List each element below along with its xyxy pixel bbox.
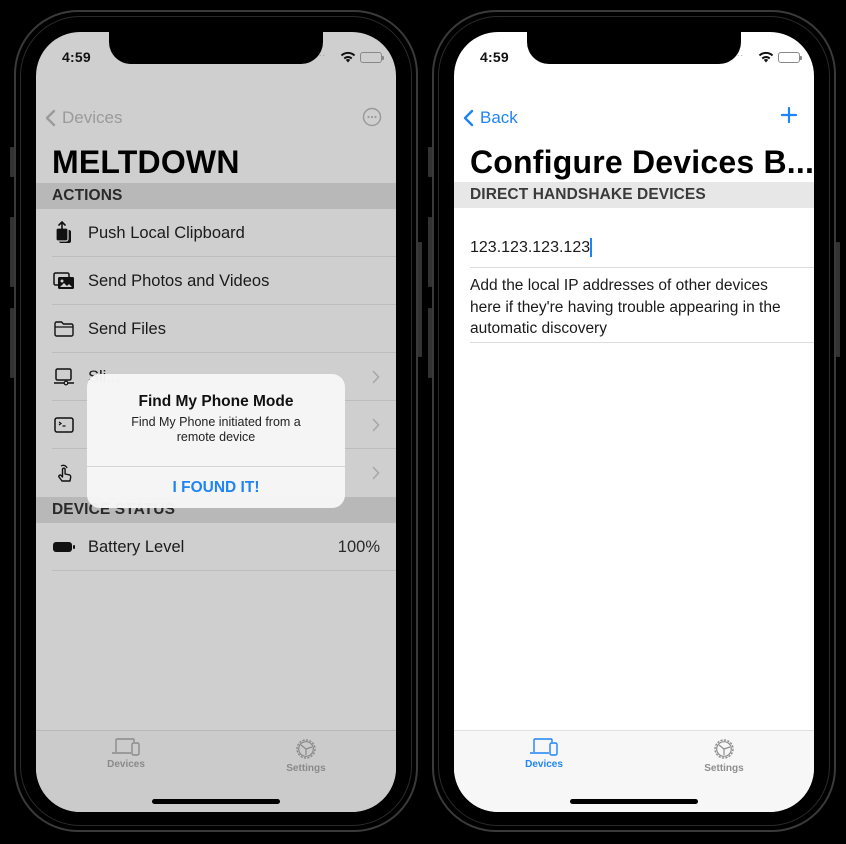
i-found-it-button[interactable]: I FOUND IT! (87, 467, 345, 508)
action-send-files[interactable]: Send Files (36, 305, 396, 353)
tab-devices[interactable]: Devices (66, 737, 186, 770)
more-button[interactable] (362, 107, 382, 132)
section-header-actions: ACTIONS (36, 183, 396, 209)
tab-bar: Devices Settings (36, 730, 396, 812)
page-title: Configure Devices B... (470, 144, 814, 180)
chevron-right-icon (372, 466, 380, 480)
navigation-bar: Back (454, 106, 814, 138)
chevron-left-icon (45, 109, 56, 127)
find-my-phone-alert: Find My Phone Mode Find My Phone initiat… (87, 374, 345, 508)
home-indicator[interactable] (152, 799, 280, 804)
tab-label: Devices (107, 759, 145, 770)
tab-settings[interactable]: Settings (664, 737, 784, 774)
devices-icon (530, 738, 558, 756)
wifi-icon (340, 50, 356, 68)
battery-full-icon (360, 52, 384, 63)
tab-label: Settings (704, 763, 744, 774)
home-indicator[interactable] (570, 799, 698, 804)
devices-icon (112, 738, 140, 756)
tab-devices[interactable]: Devices (484, 737, 604, 770)
chevron-right-icon (372, 370, 380, 384)
row-label: Push Local Clipboard (88, 223, 245, 242)
mute-switch (10, 147, 14, 177)
add-button[interactable] (780, 106, 798, 129)
row-separator (52, 570, 396, 571)
power-button (836, 242, 840, 357)
back-button[interactable]: Back (462, 108, 518, 128)
back-label: Back (480, 108, 518, 127)
ellipsis-circle-icon (362, 107, 382, 127)
status-time: 4:59 (480, 49, 509, 65)
settings-gear-icon (714, 739, 734, 759)
chevron-right-icon (372, 418, 380, 432)
section-header-direct-handshake-devices: DIRECT HANDSHAKE DEVICES (454, 182, 814, 208)
row-label: Send Files (88, 319, 166, 338)
row-label: Send Photos and Videos (88, 271, 270, 290)
mute-switch (428, 147, 432, 177)
action-send-photos-and-videos[interactable]: Send Photos and Videos (36, 257, 396, 305)
desktop-slider-icon (52, 365, 76, 389)
wifi-icon (758, 50, 774, 68)
hand-tap-icon (52, 461, 76, 485)
power-button (418, 242, 422, 357)
help-text: Add the local IP addresses of other devi… (470, 277, 781, 337)
volume-down-button (428, 308, 432, 378)
row-separator (470, 342, 814, 343)
battery-level-value: 100% (337, 537, 380, 556)
volume-up-button (10, 217, 14, 287)
back-label: Devices (62, 108, 123, 127)
tab-label: Settings (286, 763, 326, 774)
terminal-icon (52, 413, 76, 437)
action-push-local-clipboard[interactable]: Push Local Clipboard (36, 209, 396, 257)
battery-full-icon (778, 52, 802, 63)
ip-address-field[interactable] (470, 228, 814, 268)
volume-down-button (10, 308, 14, 378)
tab-label: Devices (525, 759, 563, 770)
tab-settings[interactable]: Settings (246, 737, 366, 774)
page-title: MELTDOWN (52, 144, 240, 180)
left-phone-frame: 4:59 .... Devices MELTDOWN ACTIONS Push … (10, 10, 422, 832)
tab-bar: Devices Settings (454, 730, 814, 812)
volume-up-button (428, 217, 432, 287)
right-screen: 4:59 .... Back Configure Devices B... DI… (454, 32, 814, 812)
right-phone-frame: 4:59 .... Back Configure Devices B... DI… (428, 10, 840, 832)
status-battery-level: Battery Level 100% (36, 523, 396, 571)
ip-address-input[interactable] (470, 238, 590, 257)
battery-icon (52, 535, 76, 559)
alert-title: Find My Phone Mode (138, 393, 294, 410)
status-time: 4:59 (62, 49, 91, 65)
text-caret (590, 238, 592, 257)
clipboard-upload-icon (52, 221, 76, 245)
folder-icon (52, 317, 76, 341)
notch (109, 32, 323, 64)
plus-icon (780, 106, 798, 124)
photos-icon (52, 269, 76, 293)
back-button[interactable]: Devices (44, 108, 122, 128)
notch (527, 32, 741, 64)
chevron-left-icon (463, 109, 474, 127)
settings-gear-icon (296, 739, 316, 759)
left-screen: 4:59 .... Devices MELTDOWN ACTIONS Push … (36, 32, 396, 812)
row-label: Battery Level (88, 537, 185, 556)
alert-message: Find My Phone initiated from a remote de… (131, 415, 301, 444)
navigation-bar: Devices (36, 107, 396, 138)
